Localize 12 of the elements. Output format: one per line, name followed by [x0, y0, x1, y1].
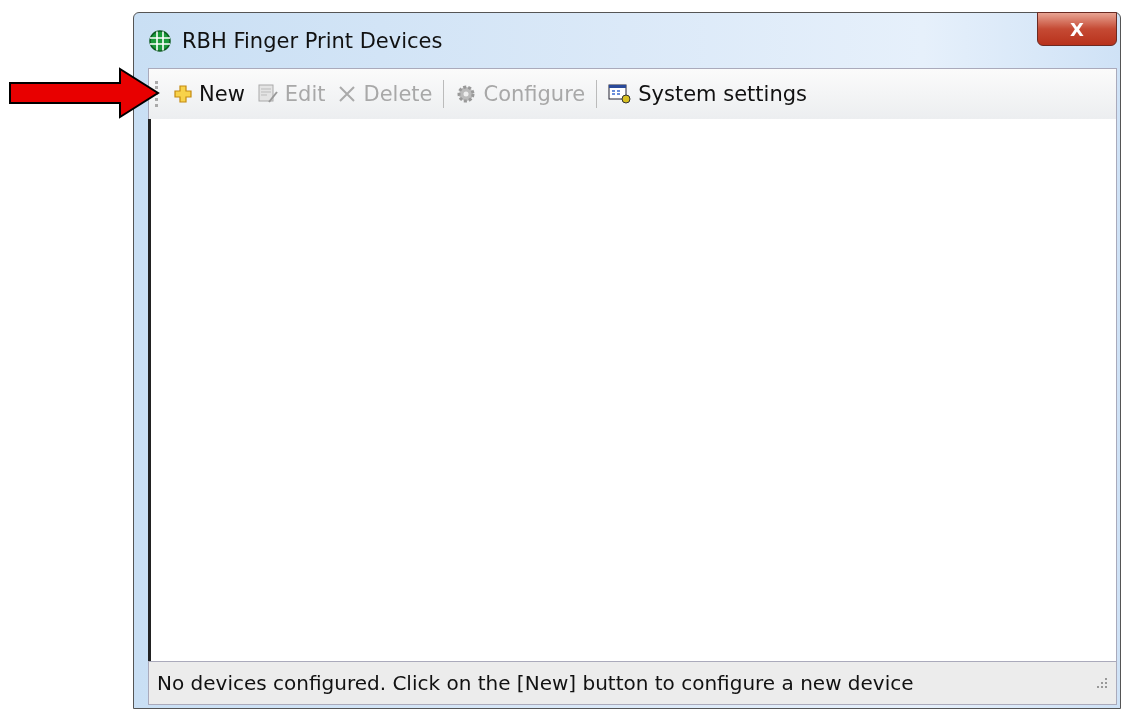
plus-icon: [173, 84, 193, 104]
window-gear-icon: [608, 83, 633, 105]
status-text: No devices configured. Click on the [New] button to configure a new device: [157, 671, 914, 695]
resize-grip-icon[interactable]: [1096, 677, 1108, 689]
new-button[interactable]: New: [169, 80, 249, 108]
globe-icon: [148, 28, 172, 53]
form-icon: [256, 83, 279, 105]
arrow-icon: [8, 67, 160, 119]
x-icon: [337, 84, 358, 104]
window-title: RBH Finger Print Devices: [182, 28, 443, 53]
settings-button[interactable]: System settings: [604, 80, 811, 108]
close-button[interactable]: X: [1037, 12, 1117, 46]
